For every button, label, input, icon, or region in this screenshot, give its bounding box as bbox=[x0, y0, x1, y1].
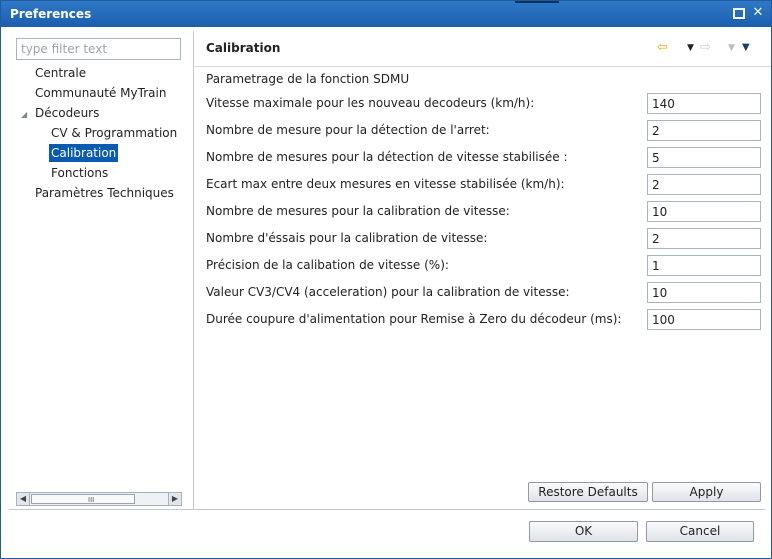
tree-item-label: Communauté MyTrain bbox=[35, 86, 167, 100]
field-label-mesure-arret: Nombre de mesure pour la détection de l'… bbox=[206, 123, 490, 137]
back-arrow-icon[interactable]: ⇦ bbox=[657, 39, 668, 57]
back-history-dropdown-icon[interactable]: ▼ bbox=[687, 39, 694, 57]
cancel-button[interactable]: Cancel bbox=[646, 521, 754, 542]
title-bar[interactable]: Preferences ✕ bbox=[1, 1, 771, 27]
scrollbar-grip: III bbox=[88, 496, 95, 504]
scrollbar-thumb[interactable]: III bbox=[31, 494, 135, 504]
tree-item-label: Paramètres Techniques bbox=[35, 186, 174, 200]
tree-horizontal-scrollbar[interactable]: ◀ III ▶ bbox=[16, 492, 182, 506]
close-icon[interactable]: ✕ bbox=[751, 6, 765, 20]
field-label-vitesse-max: Vitesse maximale pour les nouveau decode… bbox=[206, 96, 535, 110]
field-label-duree-coupure: Durée coupure d'alimentation pour Remise… bbox=[206, 312, 622, 326]
maximize-icon[interactable] bbox=[732, 6, 746, 20]
cv3-cv4-input[interactable] bbox=[647, 282, 761, 303]
tree-item-label: Fonctions bbox=[51, 166, 109, 180]
tree-expand-icon[interactable]: ◢ bbox=[21, 110, 27, 119]
duree-coupure-input[interactable] bbox=[647, 309, 761, 330]
field-label-precision: Précision de la calibation de vitesse (%… bbox=[206, 258, 449, 272]
filter-input[interactable] bbox=[16, 38, 181, 60]
page-title: Calibration bbox=[206, 41, 281, 55]
tree-item-decodeurs[interactable]: Décodeurs bbox=[33, 104, 101, 122]
field-label-essais-calibration: Nombre d'éssais pour la calibration de v… bbox=[206, 231, 488, 245]
section-title: Parametrage de la fonction SDMU bbox=[206, 72, 410, 86]
essais-calibration-input[interactable] bbox=[647, 228, 761, 249]
tree-item-label: Décodeurs bbox=[35, 106, 100, 120]
field-label-mesures-stabilisee: Nombre de mesures pour la détection de v… bbox=[206, 150, 568, 164]
footer-divider bbox=[9, 509, 765, 510]
title-bar-edge bbox=[515, 1, 559, 3]
apply-button[interactable]: Apply bbox=[652, 482, 761, 502]
mesures-stabilisee-input[interactable] bbox=[647, 147, 761, 168]
restore-defaults-button[interactable]: Restore Defaults bbox=[528, 482, 648, 502]
precision-input[interactable] bbox=[647, 255, 761, 276]
tree-item-cv-programmation[interactable]: CV & Programmation bbox=[49, 124, 179, 142]
field-label-cv3-cv4: Valeur CV3/CV4 (acceleration) pour la ca… bbox=[206, 285, 570, 299]
sash-divider[interactable] bbox=[193, 31, 194, 509]
tree-item-label: CV & Programmation bbox=[51, 126, 178, 140]
tree-item-label: Centrale bbox=[35, 66, 87, 80]
tree-item-communaute-mytrain[interactable]: Communauté MyTrain bbox=[33, 84, 168, 102]
ecart-max-input[interactable] bbox=[647, 174, 761, 195]
preferences-dialog: Preferences ✕ Centrale Communauté MyTrai… bbox=[0, 0, 772, 559]
vitesse-max-input[interactable] bbox=[647, 93, 761, 114]
forward-arrow-icon[interactable]: ⇨ bbox=[700, 39, 711, 57]
field-label-ecart-max: Ecart max entre deux mesures en vitesse … bbox=[206, 177, 565, 191]
field-label-mesures-calibration: Nombre de mesures pour la calibration de… bbox=[206, 204, 510, 218]
tree-item-parametres-techniques[interactable]: Paramètres Techniques bbox=[33, 184, 194, 202]
tree-item-centrale[interactable]: Centrale bbox=[33, 64, 88, 82]
mesure-arret-input[interactable] bbox=[647, 120, 761, 141]
ok-button[interactable]: OK bbox=[529, 521, 638, 542]
tree-item-calibration[interactable]: Calibration bbox=[49, 144, 119, 162]
tree-item-fonctions[interactable]: Fonctions bbox=[49, 164, 110, 182]
view-menu-icon[interactable]: ▼ bbox=[742, 39, 750, 57]
scroll-right-icon[interactable]: ▶ bbox=[168, 493, 181, 505]
tree-item-label: Calibration bbox=[51, 146, 117, 160]
window-title: Preferences bbox=[10, 7, 92, 21]
scroll-left-icon[interactable]: ◀ bbox=[17, 493, 30, 505]
forward-history-dropdown-icon[interactable]: ▼ bbox=[728, 39, 735, 57]
header-divider bbox=[194, 66, 771, 67]
mesures-calibration-input[interactable] bbox=[647, 201, 761, 222]
